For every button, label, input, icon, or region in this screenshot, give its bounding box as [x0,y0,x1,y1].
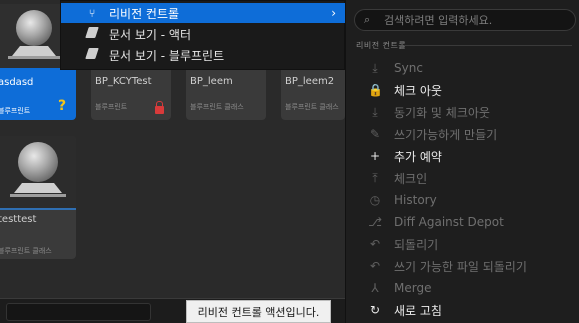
submenu-item-label: 새로 고침 [394,303,442,318]
submenu-item-label: History [394,193,437,207]
submenu-item-sync-checkout: ⤓ 동기화 및 체크아웃 [346,101,579,123]
tooltip-text: 리비전 컨트롤 액션입니다. [197,305,320,319]
merge-icon: ⅄ [371,281,379,295]
submenu-item-label: 추가 예약 [394,149,442,164]
submenu-item-label: 체크 아웃 [394,83,442,98]
asset-name: BP_leem2 [285,76,335,87]
submenu-item-merge: ⅄ Merge [346,277,579,299]
pedestal-base [10,194,66,197]
submenu-item-checkin: ⤒ 체크인 [346,167,579,189]
asset-name: asdasd [0,77,34,88]
tooltip: 리비전 컨트롤 액션입니다. [186,300,331,323]
asset-type: 블루프린트 클래스 [285,103,339,111]
pedestal-base [8,56,60,59]
question-badge-icon: ? [58,98,67,114]
section-divider [404,45,572,46]
submenu-item-label: 체크인 [394,171,428,186]
asset-thumbnail [0,136,76,208]
submenu-item-lock[interactable]: 🔒 체크 아웃 [346,79,579,101]
sphere-preview [18,142,58,182]
sync-checkout-icon: ⤓ [372,104,378,119]
submenu-arrow-icon: › [331,6,336,20]
asset-name: BP_leem [190,76,233,87]
submenu-item-label: 쓰기가능하게 만들기 [394,127,498,142]
submenu-item-pencil: ✎ 쓰기가능하게 만들기 [346,123,579,145]
document-icon [85,48,99,62]
submenu-item-revert-writable: ↶ 쓰기 가능한 파일 되돌리기 [346,255,579,277]
checked-out-lock-icon [155,101,164,114]
revert-writable-icon: ↶ [369,259,381,273]
asset-type: 블루프린트 클래스 [0,247,52,255]
sphere-preview [16,10,52,46]
editor-window: asdasd 블루프린트 ? BP_KCYTest 블루프린트 BP_leem … [0,0,579,323]
checkin-icon: ⤒ [372,170,378,185]
asset-name: testtest [0,214,37,225]
submenu-item-sync: ⤓ Sync [346,57,579,79]
asset-color-bar [0,208,76,210]
submenu-item-label: 쓰기 가능한 파일 되돌리기 [394,259,527,274]
pedestal-preview [14,183,62,193]
submenu-item-revert: ↶ 되돌리기 [346,233,579,255]
submenu-search: ⌕ [354,9,576,31]
asset-tile-testtest[interactable]: testtest 블루프린트 클래스 [0,136,76,259]
pedestal-preview [12,46,56,56]
submenu-item-label: 동기화 및 체크아웃 [394,105,490,120]
sync-icon: ⤓ [372,60,378,75]
submenu-item-diff: ⎇ Diff Against Depot [346,211,579,233]
submenu-item-plus[interactable]: + 추가 예약 [346,145,579,167]
menu-item-label: 문서 보기 - 액터 [109,27,192,42]
revision-control-submenu: ⌕ 리비전 컨트롤 ⤓ Sync 🔒 체크 아웃 ⤓ 동기화 및 체크아웃 ✎ 쓰기가능하게 … [345,0,579,323]
submenu-item-history: ◷ History [346,189,579,211]
submenu-item-label: Sync [394,61,423,75]
pencil-icon: ✎ [369,127,381,141]
submenu-item-label: 되돌리기 [394,237,439,252]
asset-context-menu: ⑂ 리비전 컨트롤 › 문서 보기 - 액터 문서 보기 - 블루프린트 [60,0,346,70]
asset-type: 블루프린트 [95,103,128,111]
history-icon: ◷ [369,193,381,207]
plus-icon: + [369,149,381,163]
submenu-item-refresh[interactable]: ↻ 새로 고침 [346,299,579,321]
search-icon: ⌕ [364,13,371,26]
revert-icon: ↶ [369,237,381,251]
asset-type: 블루프린트 클래스 [190,103,244,111]
submenu-item-label: Merge [394,281,432,295]
diff-icon: ⎇ [368,215,382,229]
menu-item-docs-blueprint[interactable]: 문서 보기 - 블루프린트 [61,45,346,65]
menu-item-docs-actor[interactable]: 문서 보기 - 액터 [61,24,346,44]
revision-control-icon: ⑂ [88,6,96,20]
section-header: 리비전 컨트롤 [356,41,407,50]
asset-name: BP_KCYTest [95,76,152,87]
submenu-item-label: Diff Against Depot [394,215,504,229]
menu-item-label: 리비전 컨트롤 [109,6,180,21]
refresh-icon: ↻ [369,303,381,317]
asset-type: 블루프린트 [0,107,31,115]
bottom-input[interactable] [6,303,151,321]
lock-icon: 🔒 [368,83,383,97]
document-icon [85,27,99,41]
menu-item-label: 문서 보기 - 블루프린트 [109,48,225,63]
menu-item-revision-control[interactable]: ⑂ 리비전 컨트롤 › [61,3,346,23]
search-input[interactable] [384,13,564,27]
